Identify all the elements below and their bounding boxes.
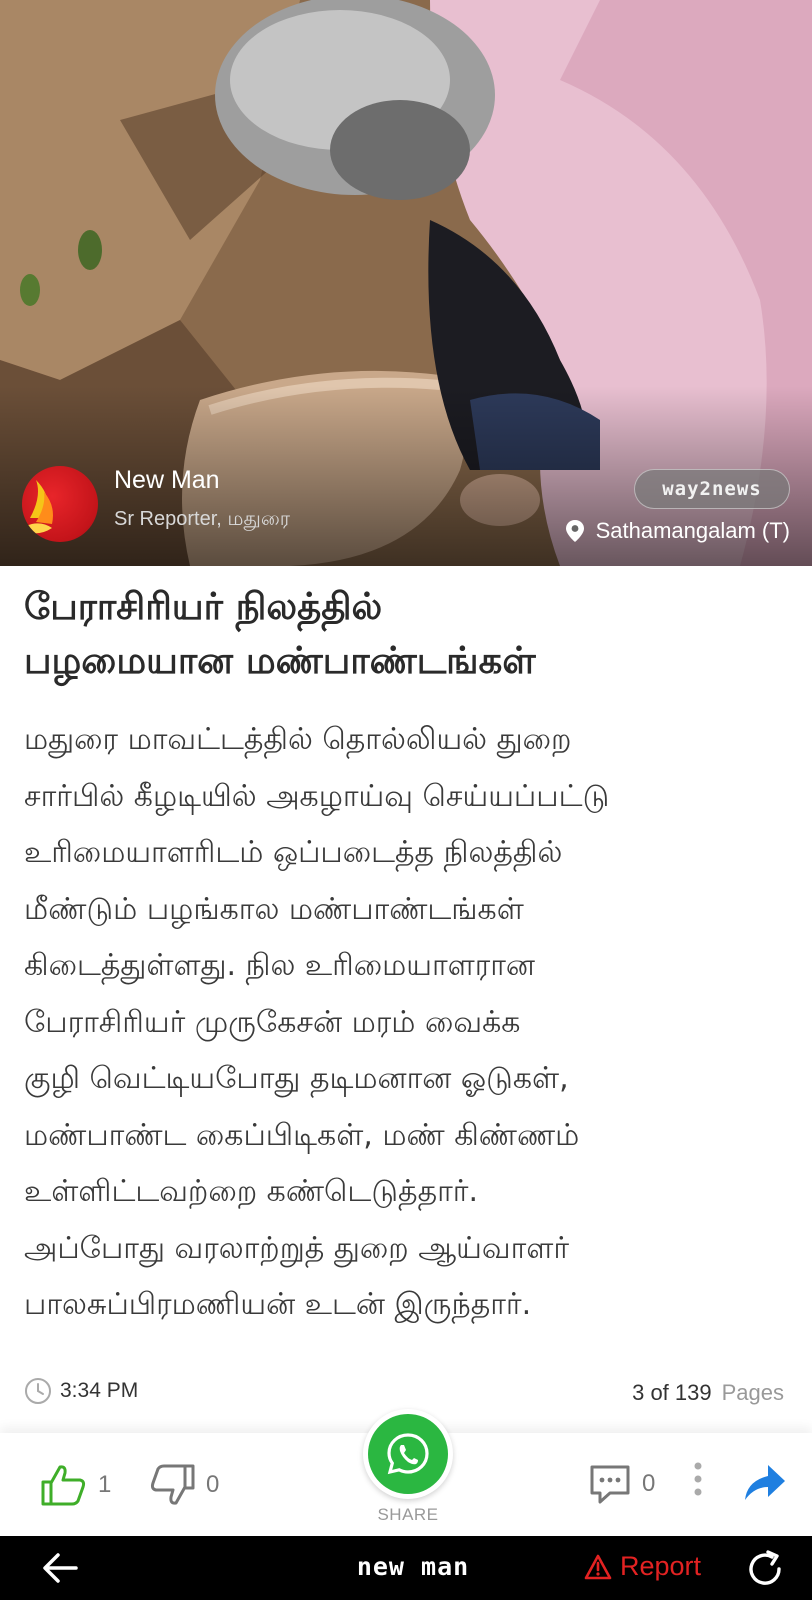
body-line: உள்ளிட்டவற்றை கண்டெடுத்தார். [24,1174,479,1209]
body-line: மதுரை மாவட்டத்தில் தொல்லியல் துறை [24,722,572,757]
refresh-button[interactable] [744,1548,786,1594]
page-position: 3 of 139 [632,1380,712,1405]
brand-logo: new man [356,1552,470,1581]
article-body: மதுரை மாவட்டத்தில் தொல்லியல் துறை சார்பி… [24,712,794,1334]
news-photo: New Man Sr Reporter, மதுரை way2news Sath… [0,0,812,566]
like-button[interactable]: 1 [40,1463,111,1507]
location-label: Sathamangalam (T) [595,518,790,543]
more-options-button[interactable] [690,1459,706,1499]
dislike-count: 0 [206,1471,220,1498]
whatsapp-icon [387,1433,429,1475]
body-line: பேராசிரியர் முருகேசன் மரம் வைக்க [24,1004,521,1040]
refresh-icon [749,1550,781,1585]
report-label: Report [620,1551,702,1581]
headline-line: பேராசிரியர் நிலத்தில் [24,585,383,628]
author-avatar[interactable] [22,466,98,542]
flame-logo-icon [26,480,53,534]
way2news-badge: way2news [634,469,790,509]
back-button[interactable] [40,1550,80,1590]
whatsapp-share[interactable]: SHARE [360,1409,456,1525]
share-label: SHARE [377,1505,439,1524]
pages-label: Pages [721,1380,784,1405]
comment-icon [590,1465,630,1504]
publish-time: 3:34 PM [24,1377,138,1405]
article-headline: பேராசிரியர் நிலத்தில் பழமையான மண்பாண்டங்… [24,580,794,688]
author-role: Sr Reporter, மதுரை [114,508,291,530]
body-line: அப்போது வரலாற்றுத் துறை ஆய்வாளர் [24,1230,570,1266]
whatsapp-share-button[interactable] [363,1409,453,1499]
whatsapp-circle [368,1414,448,1494]
thumbs-up-icon [41,1465,86,1506]
comment-button[interactable]: 0 [588,1463,655,1505]
thumbs-down-icon [150,1464,195,1505]
like-count: 1 [98,1471,112,1498]
comment-count: 0 [642,1470,656,1497]
warning-icon [584,1554,612,1579]
headline-line: பழமையான மண்பாண்டங்கள் [24,639,536,682]
dislike-button[interactable]: 0 [150,1463,219,1507]
action-bar: 1 0 SHARE 0 [0,1409,812,1536]
forward-button[interactable] [742,1463,786,1503]
body-line: பாலசுப்பிரமணியன் உடன் இருந்தார். [24,1287,532,1322]
body-line: மண்பாண்ட கைப்பிடிகள், மண் கிண்ணம் [24,1117,580,1153]
body-line: மீண்டும் பழங்கால மண்பாண்டங்கள் [24,891,524,927]
report-button[interactable]: Report [584,1551,701,1582]
back-arrow-icon [43,1553,78,1583]
clock-icon [25,1378,51,1404]
body-line: சார்பில் கீழடியில் அகழாய்வு செய்யப்பட்டு [24,778,610,814]
author-name[interactable]: New Man [114,466,220,495]
page-counter: 3 of 139 Pages [632,1380,784,1406]
body-line: குழி வெட்டியபோது தடிமனான ஓடுகள், [24,1061,569,1096]
body-line: கிடைத்துள்ளது. நில உரிமையாளரான [24,948,535,983]
forward-arrow-icon [745,1465,785,1500]
location-tag: Sathamangalam (T) [564,518,790,544]
location-pin-icon [565,520,584,542]
body-line: உரிமையாளரிடம் ஒப்படைத்த நிலத்தில் [24,835,563,870]
bottom-nav: new man Report [0,1536,812,1600]
time-label: 3:34 PM [60,1379,139,1402]
more-vertical-icon [694,1462,702,1496]
